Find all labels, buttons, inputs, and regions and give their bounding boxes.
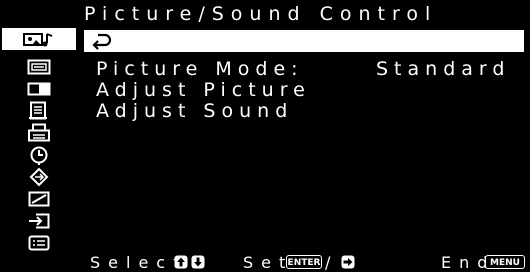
select-label: Select <box>90 253 188 272</box>
sidebar-item-file[interactable] <box>2 100 76 122</box>
sidebar <box>0 0 76 272</box>
sidebar-item-navigation[interactable] <box>2 166 76 188</box>
separator: / <box>325 253 339 272</box>
menu-key-badge: MENU <box>485 255 525 269</box>
right-arrow-icon <box>341 255 355 269</box>
menu-item-adjust-sound[interactable]: Adjust Sound <box>96 100 293 122</box>
menu-item-adjust-picture[interactable]: Adjust Picture <box>96 79 311 101</box>
return-icon <box>92 33 112 50</box>
input-icon <box>29 213 50 229</box>
navigation-icon <box>29 167 49 187</box>
dual-window-icon <box>27 82 51 96</box>
back-button[interactable] <box>84 30 524 52</box>
menu-item-picture-mode[interactable]: Picture Mode: <box>96 58 304 80</box>
menu-panel: Picture/Sound Control Picture Mode: Stan… <box>76 0 530 253</box>
sidebar-item-screen[interactable] <box>2 56 76 78</box>
enter-key-badge: ENTER <box>286 255 322 269</box>
sidebar-item-input[interactable] <box>2 210 76 232</box>
sidebar-item-picture-sound[interactable] <box>2 28 76 50</box>
sidebar-item-list[interactable] <box>2 232 76 254</box>
sidebar-item-ramp[interactable] <box>2 188 76 210</box>
sidebar-item-printer[interactable] <box>2 122 76 144</box>
list-icon <box>28 235 50 251</box>
ramp-icon <box>28 191 50 207</box>
up-arrow-icon <box>174 255 188 269</box>
down-arrow-icon <box>191 255 205 269</box>
file-icon <box>29 101 47 120</box>
sidebar-item-dual-window[interactable] <box>2 78 76 100</box>
clock-icon <box>30 146 48 165</box>
page-title: Picture/Sound Control <box>84 3 438 25</box>
sidebar-item-clock[interactable] <box>2 144 76 166</box>
screen-icon <box>27 59 51 75</box>
picture-mode-value: Standard <box>376 58 511 80</box>
printer-icon <box>28 123 50 142</box>
picture-sound-icon <box>23 33 53 47</box>
footer-help-bar: Select Set ENTER / End MENU <box>0 253 530 272</box>
